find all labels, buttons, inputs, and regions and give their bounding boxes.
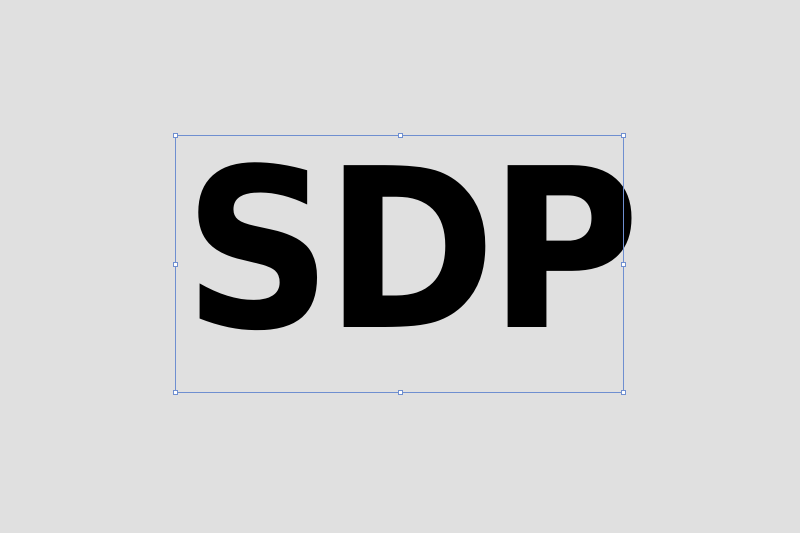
resize-handle-middle-right[interactable] [621,262,626,267]
resize-handle-middle-left[interactable] [173,262,178,267]
resize-handle-top-center[interactable] [398,133,403,138]
selection-bounding-box[interactable] [173,133,626,395]
resize-handle-top-left[interactable] [173,133,178,138]
resize-handle-top-right[interactable] [621,133,626,138]
resize-handle-bottom-left[interactable] [173,390,178,395]
resize-handle-bottom-center[interactable] [398,390,403,395]
resize-handle-bottom-right[interactable] [621,390,626,395]
design-canvas[interactable]: SDP [0,0,800,533]
